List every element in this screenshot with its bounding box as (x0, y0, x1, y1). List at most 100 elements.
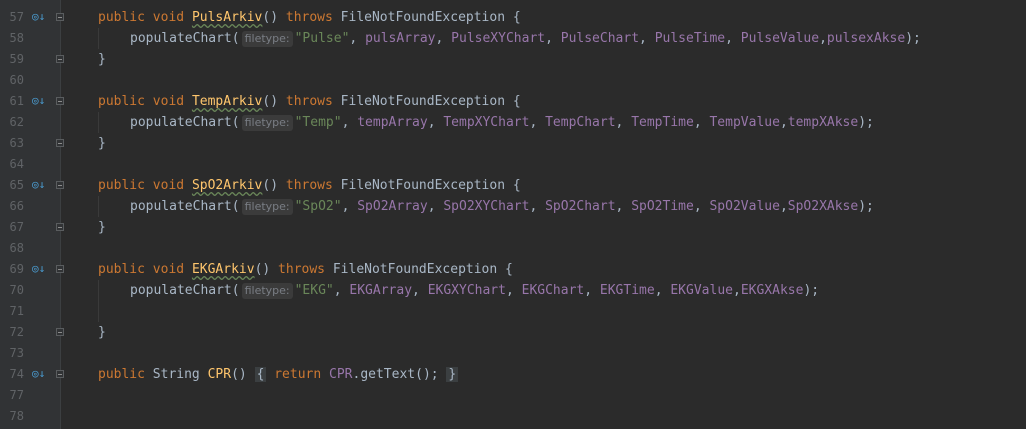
indent-guide (98, 112, 99, 133)
code-line[interactable]: 71 (0, 301, 1026, 322)
field-ref: PulseChart (560, 31, 640, 46)
keyword: public (98, 178, 145, 193)
implementing-method-icon[interactable]: ◎↓ (32, 262, 46, 276)
field-ref: SpO2Value (709, 199, 780, 214)
code-text: public void SpO2Arkiv() throws FileNotFo… (98, 175, 521, 196)
keyword: public (98, 10, 145, 25)
method-name: TempArkiv (191, 94, 263, 109)
line-number: 64 (9, 157, 24, 171)
line-number: 66 (9, 199, 24, 213)
punct: , (427, 199, 444, 214)
code-line[interactable]: 65 ◎↓ public void SpO2Arkiv() throws FileN… (0, 175, 1026, 196)
line-number: 63 (9, 136, 24, 150)
code-line[interactable]: 74 ◎↓ public String CPR() { return CPR.get… (0, 364, 1026, 385)
punct: , (333, 283, 350, 298)
punct: () (262, 10, 286, 25)
field-ref: pulsArray (365, 31, 436, 46)
line-number: 68 (9, 241, 24, 255)
field-ref: TempTime (631, 115, 694, 130)
field-ref: SpO2XAkse (787, 199, 859, 214)
line-number: 71 (9, 304, 24, 318)
indent-guide (98, 280, 99, 322)
punct: , (412, 283, 428, 298)
implementing-method-icon[interactable]: ◎↓ (32, 367, 46, 381)
field-ref: TempXYChart (443, 115, 530, 130)
code-line[interactable]: 66 populateChart(filetype: "SpO2", SpO2Arr… (0, 196, 1026, 217)
exception-type: FileNotFoundException { (332, 178, 521, 193)
line-number: 74 (9, 367, 24, 381)
line-number: 70 (9, 283, 24, 297)
punct: , (435, 31, 452, 46)
code-line[interactable]: 70 populateChart(filetype: "EKG", EKGArray… (0, 280, 1026, 301)
line-number: 73 (9, 346, 24, 360)
fold-toggle-icon[interactable] (56, 181, 64, 189)
line-number: 58 (9, 31, 24, 45)
punct: , (819, 31, 827, 46)
fold-toggle-icon[interactable] (56, 370, 64, 378)
code-line[interactable]: 58 populateChart(filetype: "Pulse", pulsAr… (0, 28, 1026, 49)
punct: ); (858, 115, 874, 130)
code-line[interactable]: 57 ◎↓ public void PulsArkiv() throws FileN… (0, 7, 1026, 28)
implementing-method-icon[interactable]: ◎↓ (32, 10, 46, 24)
field-ref: TempValue (709, 115, 780, 130)
code-editor[interactable]: 57 ◎↓ public void PulsArkiv() throws FileN… (0, 0, 1026, 429)
closing-brace: } (98, 325, 106, 340)
punct: , (779, 199, 788, 214)
punct: , (693, 115, 710, 130)
code-line[interactable]: 72} (0, 322, 1026, 343)
line-number: 59 (9, 52, 24, 66)
keyword: throws (278, 262, 326, 277)
field-ref: EKGTime (599, 283, 655, 298)
punct: , (529, 115, 546, 130)
punct: , (725, 31, 741, 46)
code-line[interactable]: 61 ◎↓ public void TempArkiv() throws FileN… (0, 91, 1026, 112)
implementing-method-icon[interactable]: ◎↓ (32, 178, 46, 192)
method-call: populateChart( (130, 283, 240, 298)
punct: , (529, 199, 546, 214)
fold-toggle-icon[interactable] (56, 97, 64, 105)
code-line[interactable]: 67} (0, 217, 1026, 238)
method-name: EKGArkiv (191, 262, 255, 277)
code-line[interactable]: 63} (0, 133, 1026, 154)
punct: , (779, 115, 788, 130)
field-ref: tempXAkse (787, 115, 859, 130)
fold-toggle-icon[interactable] (56, 139, 64, 147)
fold-toggle-icon[interactable] (56, 55, 64, 63)
punct: , (639, 31, 655, 46)
implementing-method-icon[interactable]: ◎↓ (32, 94, 46, 108)
parameter-hint: filetype: (241, 115, 293, 131)
code-text: public void TempArkiv() throws FileNotFo… (98, 91, 521, 112)
punct: ); (803, 283, 820, 298)
code-text: } (98, 217, 106, 238)
keyword: return (274, 367, 322, 382)
keyword: void (152, 262, 185, 277)
code-line[interactable]: 77 (0, 385, 1026, 406)
punct: , (341, 199, 358, 214)
code-line[interactable]: 60 (0, 70, 1026, 91)
fold-toggle-icon[interactable] (56, 223, 64, 231)
fold-toggle-icon[interactable] (56, 328, 64, 336)
keyword: public (98, 94, 145, 109)
code-line[interactable]: 62 populateChart(filetype: "Temp", tempArr… (0, 112, 1026, 133)
code-line[interactable]: 64 (0, 154, 1026, 175)
method-call: populateChart( (130, 115, 240, 130)
fold-toggle-icon[interactable] (56, 265, 64, 273)
code-text: public void PulsArkiv() throws FileNotFo… (98, 7, 521, 28)
code-text: } (98, 322, 106, 343)
parameter-hint: filetype: (241, 199, 293, 215)
code-line[interactable]: 59} (0, 49, 1026, 70)
fold-toggle-icon[interactable] (56, 13, 64, 21)
code-line[interactable]: 68 (0, 238, 1026, 259)
punct: ); (858, 199, 874, 214)
closing-brace: } (98, 136, 106, 151)
punct: , (505, 283, 522, 298)
code-line[interactable]: 73 (0, 343, 1026, 364)
line-number: 60 (9, 73, 24, 87)
code-line[interactable]: 69 ◎↓ public void EKGArkiv() throws FileNo… (0, 259, 1026, 280)
exception-type: FileNotFoundException { (332, 10, 521, 25)
code-line[interactable]: 78 (0, 406, 1026, 427)
string-literal: "EKG" (294, 283, 334, 298)
indent-guide (98, 196, 99, 217)
exception-type: FileNotFoundException { (325, 262, 513, 277)
method-name: PulsArkiv (191, 10, 263, 25)
